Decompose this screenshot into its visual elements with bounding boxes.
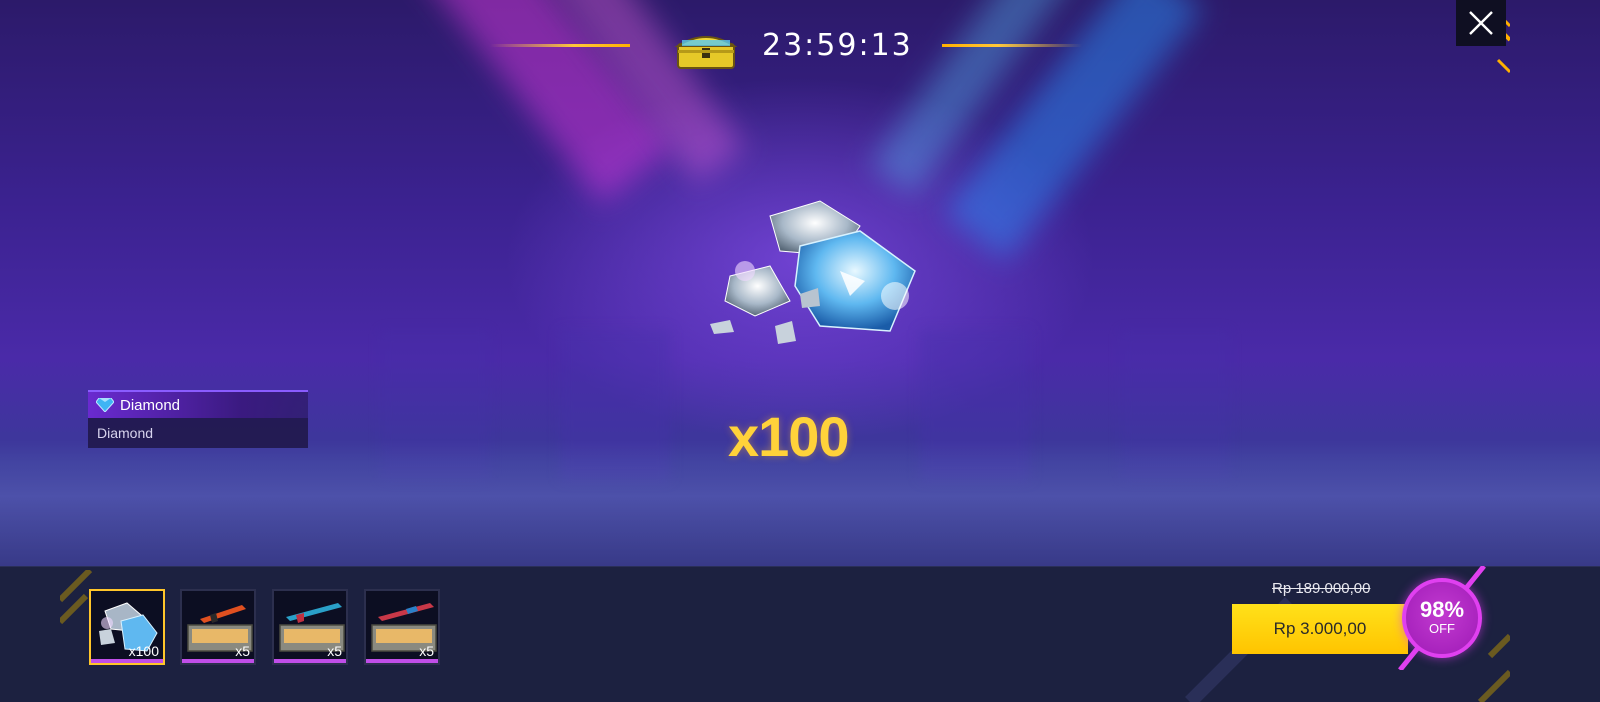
timer-deco-line (490, 44, 630, 47)
timer-deco-line (942, 44, 1082, 47)
item-quantity: x5 (419, 643, 434, 659)
original-price: Rp 189.000,00 (1272, 580, 1371, 597)
rarity-bar (274, 659, 346, 663)
reward-quantity: x100 (728, 405, 850, 468)
rarity-bar (91, 659, 163, 663)
item-slot-diamond[interactable]: x100 (89, 589, 165, 665)
item-slot-weapon-crate[interactable]: x5 (272, 589, 348, 665)
item-quantity: x100 (128, 643, 159, 659)
close-icon (1469, 11, 1493, 35)
buy-price: Rp 3.000,00 (1273, 619, 1367, 638)
reward-description: Diamond (97, 425, 154, 441)
item-slot-weapon-crate[interactable]: x5 (180, 589, 256, 665)
reward-info-header: Diamond (88, 390, 308, 418)
diamond-icon (96, 398, 114, 412)
close-button[interactable] (1456, 0, 1506, 46)
rarity-bar (182, 659, 254, 663)
reward-info-panel: Diamond Diamond (88, 390, 308, 448)
countdown-timer: 23:59:13 (762, 28, 913, 63)
reward-name: Diamond (120, 396, 181, 414)
buy-button[interactable]: Rp 3.000,00 (1232, 604, 1408, 654)
item-slot-weapon-crate[interactable]: x5 (364, 589, 440, 665)
diamond-pile-icon (710, 200, 916, 344)
rarity-bar (366, 659, 438, 663)
discount-label: OFF (1429, 621, 1455, 636)
treasure-chest-icon (674, 36, 738, 69)
discount-percent: 98% (1419, 597, 1465, 622)
item-quantity: x5 (235, 643, 250, 659)
reward-info-body: Diamond (88, 418, 308, 448)
item-quantity: x5 (327, 643, 342, 659)
discount-badge: 98% OFF (1402, 578, 1482, 658)
